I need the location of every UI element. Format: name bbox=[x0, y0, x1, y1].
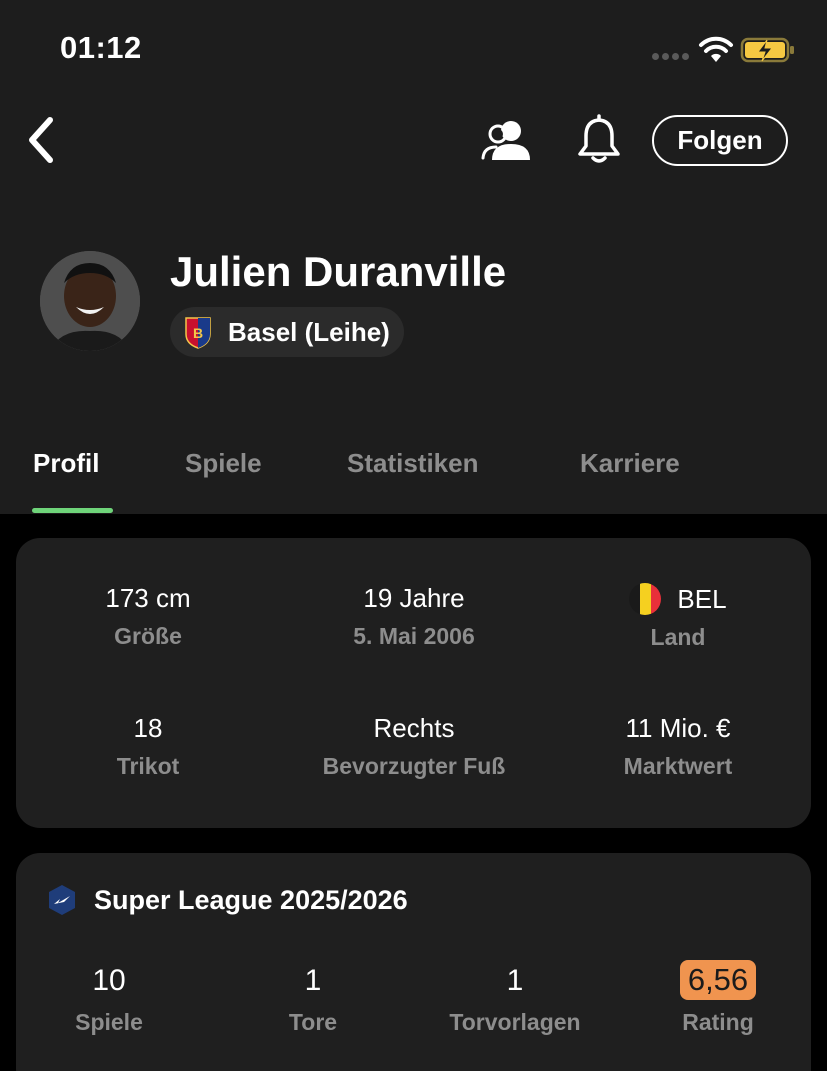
back-button[interactable] bbox=[22, 112, 62, 168]
battery-charging-icon bbox=[740, 37, 794, 63]
rating-badge: 6,56 bbox=[679, 960, 757, 1000]
bell-icon[interactable] bbox=[574, 114, 624, 166]
league-title: Super League 2025/2026 bbox=[94, 885, 408, 915]
info-shirt: 18 Trikot bbox=[18, 713, 278, 780]
market-value: 11 Mio. € bbox=[625, 713, 731, 743]
info-age: 19 Jahre 5. Mai 2006 bbox=[284, 583, 544, 650]
goals-label: Tore bbox=[288, 1009, 338, 1035]
player-name: Julien Duranville bbox=[170, 248, 507, 295]
tab-profil[interactable]: Profil bbox=[33, 448, 99, 479]
rating-label: Rating bbox=[682, 1009, 754, 1035]
club-name: Basel (Leihe) bbox=[228, 316, 390, 347]
height-value: 173 cm bbox=[105, 583, 191, 613]
age-value: 19 Jahre bbox=[363, 583, 465, 613]
height-label: Größe bbox=[114, 623, 182, 649]
assists-label: Torvorlagen bbox=[449, 1009, 581, 1035]
club-chip[interactable]: B Basel (Leihe) bbox=[170, 307, 404, 357]
belgium-flag-icon bbox=[629, 583, 662, 615]
tab-statistiken[interactable]: Statistiken bbox=[347, 448, 479, 479]
games-label: Spiele bbox=[75, 1009, 143, 1035]
tab-karriere[interactable]: Karriere bbox=[580, 448, 680, 479]
player-info-card: 173 cm Größe 19 Jahre 5. Mai 2006 BEL La… bbox=[16, 538, 811, 828]
status-time: 01:12 bbox=[60, 30, 142, 65]
info-height: 173 cm Größe bbox=[18, 583, 278, 650]
info-country: BEL Land bbox=[548, 583, 808, 651]
country-label: Land bbox=[650, 624, 706, 650]
market-value-label: Marktwert bbox=[623, 753, 733, 779]
shirt-label: Trikot bbox=[116, 753, 180, 779]
stat-games: 10 Spiele bbox=[9, 963, 209, 1036]
follow-button[interactable]: Folgen bbox=[652, 115, 788, 166]
stat-goals: 1 Tore bbox=[213, 963, 413, 1036]
svg-text:B: B bbox=[193, 325, 203, 341]
info-market-value: 11 Mio. € Marktwert bbox=[548, 713, 808, 780]
assists-value: 1 bbox=[506, 964, 524, 997]
games-value: 10 bbox=[92, 964, 126, 997]
league-stats-card[interactable]: Super League 2025/2026 10 Spiele 1 Tore … bbox=[16, 853, 811, 1071]
compare-players-icon[interactable] bbox=[478, 116, 536, 166]
stat-rating: 6,56 Rating bbox=[618, 960, 818, 1036]
country-value: BEL bbox=[677, 583, 727, 614]
wifi-icon bbox=[699, 36, 733, 62]
player-avatar bbox=[40, 251, 140, 351]
super-league-icon bbox=[49, 885, 75, 915]
club-logo-icon: B bbox=[185, 317, 211, 349]
active-tab-indicator bbox=[32, 508, 113, 513]
foot-value: Rechts bbox=[373, 713, 455, 743]
tab-spiele[interactable]: Spiele bbox=[185, 448, 262, 479]
birthdate-label: 5. Mai 2006 bbox=[353, 623, 475, 649]
shirt-value: 18 bbox=[133, 713, 163, 743]
foot-label: Bevorzugter Fuß bbox=[322, 753, 506, 779]
stat-assists: 1 Torvorlagen bbox=[415, 963, 615, 1036]
goals-value: 1 bbox=[304, 964, 322, 997]
cellular-signal-icon bbox=[652, 53, 689, 60]
info-foot: Rechts Bevorzugter Fuß bbox=[284, 713, 544, 780]
